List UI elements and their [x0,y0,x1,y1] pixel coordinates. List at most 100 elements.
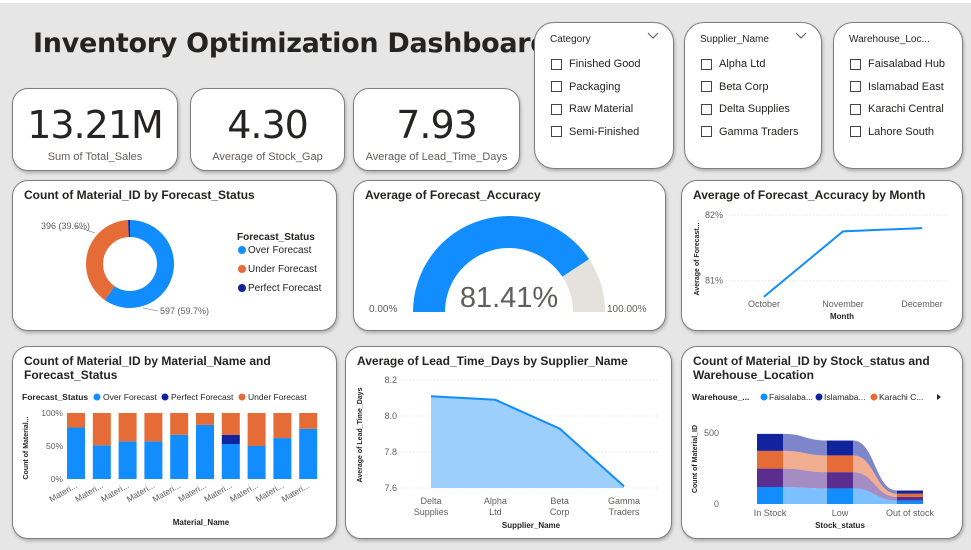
gauge-max-label: 100.00% [607,304,647,315]
x-tick-label: Gamma Traders [608,496,640,517]
stacked-bar-chart: Forecast_Status Over Forecast Perfect Fore… [22,392,318,527]
ribbon-column-segment [757,487,783,504]
bar-segment [273,413,292,439]
bar-segment [144,441,163,479]
ribbon-column-segment [827,440,853,456]
checkbox[interactable] [551,58,562,70]
top-bar [0,0,971,3]
bar-segment [144,413,163,442]
y-tick-label: 50% [46,441,63,451]
ribbon-column-segment [757,468,783,488]
legend-marker [93,393,101,401]
line-chart: 81% 82% October November December Month Averag… [694,210,947,321]
y-tick-label: 7.6 [384,483,397,493]
chevron-down-icon[interactable] [795,31,807,41]
legend-title: Forecast_Status [237,232,315,243]
x-tick-label: Materi... [228,480,260,504]
slicer-item-packaging[interactable]: Packaging [551,76,641,99]
slicer-category[interactable]: Category Finished Good Packaging Raw Mat… [534,22,674,169]
legend-item: Under Forecast [248,392,307,402]
line-chart-card[interactable]: Average of Forecast_Accuracy by Month 81… [681,180,963,331]
ribbon-chart-card[interactable]: Count of Material_ID by Stock_status and… [681,346,963,539]
donut-chart-card[interactable]: Count of Material_ID by Forecast_Status … [12,180,337,331]
area-chart-card[interactable]: Average of Lead_Time_Days by Supplier_Na… [345,346,672,539]
bar-segment [299,413,318,429]
x-tick-label: Materi... [280,480,312,504]
bar-segment [67,413,85,428]
x-tick-label: Materi... [73,480,105,504]
slicer-warehouse[interactable]: Warehouse_Loc... Faisalabad Hub Islamaba… [833,22,963,169]
slicer-item-label: Packaging [569,80,621,93]
slicer-item-finished-good[interactable]: Finished Good [551,53,641,76]
y-axis-title: Average of Lead_Time_Days [357,387,364,482]
slicer-item-gamma-traders[interactable]: Gamma Traders [701,121,798,144]
slicer-item-label: Semi-Finished [569,125,640,138]
bar-segment [67,427,85,479]
x-axis-title: Stock_status [815,521,865,530]
legend-item: Under Forecast [248,264,317,275]
checkbox[interactable] [850,58,861,70]
ribbon-column-segment [827,472,853,489]
data-point [763,296,765,298]
bar-segment [221,434,240,445]
bar-segment [170,413,189,435]
legend-title: Forecast_Status [22,392,88,402]
slicer-item-semi-finished[interactable]: Semi-Finished [551,121,641,144]
x-axis-title: Month [830,312,854,321]
bar-segment [221,413,240,435]
x-tick-label: Delta Supplies [414,496,449,517]
checkbox[interactable] [551,126,562,138]
stacked-bar-card[interactable]: Count of Material_ID by Material_Name an… [12,346,337,539]
kpi-card-stock-gap[interactable]: 4.30 Average of Stock_Gap [190,88,345,171]
checkbox[interactable] [701,58,712,70]
legend-title: Warehouse_... [692,392,749,402]
bar-segment [118,413,137,442]
checkbox[interactable] [850,81,861,93]
x-tick-label: Out of stock [886,508,935,518]
checkbox[interactable] [551,103,562,115]
checkbox[interactable] [701,126,712,138]
slicer-item-label: Beta Corp [719,80,769,93]
checkbox[interactable] [551,81,562,93]
area-fill [431,396,624,488]
leader-line [142,307,159,312]
bar-segment [247,413,266,446]
slicer-item-alpha-ltd[interactable]: Alpha Ltd [701,53,798,76]
checkbox[interactable] [850,126,861,138]
checkbox[interactable] [701,81,712,93]
chevron-down-icon[interactable] [647,31,659,41]
slicer-supplier[interactable]: Supplier_Name Alpha Ltd Beta Corp Delta … [684,22,822,169]
slicer-item-raw-material[interactable]: Raw Material [551,98,641,121]
gauge-card[interactable]: Average of Forecast_Accuracy 81.41% 0.00%… [353,180,666,331]
ribbon-column-segment [897,500,923,504]
bar-segment [118,441,137,479]
slicer-item-karachi-central[interactable]: Karachi Central [850,98,945,121]
slicer-item-label: Alpha Ltd [719,58,766,71]
legend-item: Over Forecast [103,392,157,402]
slicer-item-delta-supplies[interactable]: Delta Supplies [701,98,798,121]
checkbox[interactable] [701,103,712,115]
bar-segment [273,438,292,479]
y-tick-label: 8.0 [384,411,397,421]
kpi-card-lead-time[interactable]: 7.93 Average of Lead_Time_Days [353,88,520,171]
y-tick-label: 7.8 [384,447,397,457]
slicer-item-islamabad-east[interactable]: Islamabad East [850,76,945,99]
checkbox[interactable] [850,103,861,115]
y-tick-label: 8.2 [384,375,397,385]
slicer-item-lahore-south[interactable]: Lahore South [850,121,945,144]
y-axis-title: Count of Material_ID [692,425,699,493]
legend-marker [760,393,768,401]
legend-next-arrow-icon [937,394,941,400]
slicer-item-faisalabad-hub[interactable]: Faisalabad Hub [850,53,945,76]
legend-item: Perfect Forecast [171,392,234,402]
gauge-min-label: 0.00% [369,304,397,315]
slicer-item-label: Delta Supplies [719,103,790,116]
slicer-item-beta-corp[interactable]: Beta Corp [701,76,798,99]
x-tick-label: Alpha Ltd [484,496,507,517]
data-label: 597 (59.7%) [160,306,209,316]
dashboard-title: Inventory Optimization Dashboard [33,28,550,59]
bar-segment [170,434,189,479]
y-tick-label: 81% [705,275,723,285]
x-tick-label: Materi... [99,480,131,504]
kpi-card-total-sales[interactable]: 13.21M Sum of Total_Sales [12,88,178,171]
